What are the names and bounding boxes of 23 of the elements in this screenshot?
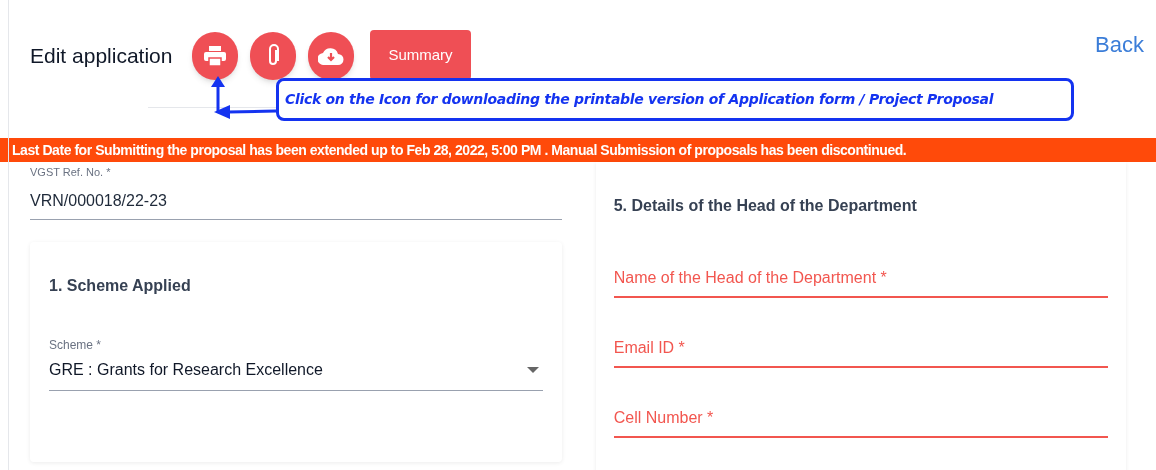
summary-button[interactable]: Summary bbox=[370, 30, 471, 80]
card-heading: 1. Scheme Applied bbox=[49, 275, 192, 296]
download-button[interactable] bbox=[308, 32, 355, 80]
dropdown-caret-icon bbox=[526, 366, 539, 373]
callout-text: Click on the Icon for downloading the printable version of Application form / Project Proposal bbox=[285, 90, 994, 109]
page-title: Edit application bbox=[30, 43, 173, 70]
printer-icon bbox=[204, 46, 227, 66]
field-value: VRN/000018/22-23 bbox=[30, 190, 168, 211]
attach-button[interactable] bbox=[250, 32, 297, 80]
field-value: GRE : Grants for Research Excellence bbox=[49, 359, 323, 380]
text-field[interactable]: Name of the Head of the Department * bbox=[613, 266, 1108, 298]
text-field[interactable]: Email ID * bbox=[613, 336, 1108, 368]
banner-text: Last Date for Submitting the proposal has been extended up to Feb 28, 2022, 5:00 PM . Manual Submission of proposals has been discontinued. bbox=[12, 140, 907, 160]
field-label: Scheme * bbox=[49, 336, 103, 354]
print-button[interactable] bbox=[192, 32, 239, 80]
back-link[interactable]: Back bbox=[1095, 28, 1144, 61]
card-heading: 5. Details of the Head of the Department bbox=[613, 196, 918, 216]
paperclip-icon bbox=[266, 44, 281, 68]
field-label: VGST Ref. No. * bbox=[30, 165, 112, 180]
cloud-download-icon bbox=[318, 47, 345, 65]
scheme-select[interactable]: Scheme * GRE : Grants for Research Excellence bbox=[49, 335, 543, 391]
text-field[interactable]: Cell Number * bbox=[613, 406, 1108, 438]
ref-field[interactable]: VGST Ref. No. * VRN/000018/22-23 bbox=[30, 164, 562, 220]
